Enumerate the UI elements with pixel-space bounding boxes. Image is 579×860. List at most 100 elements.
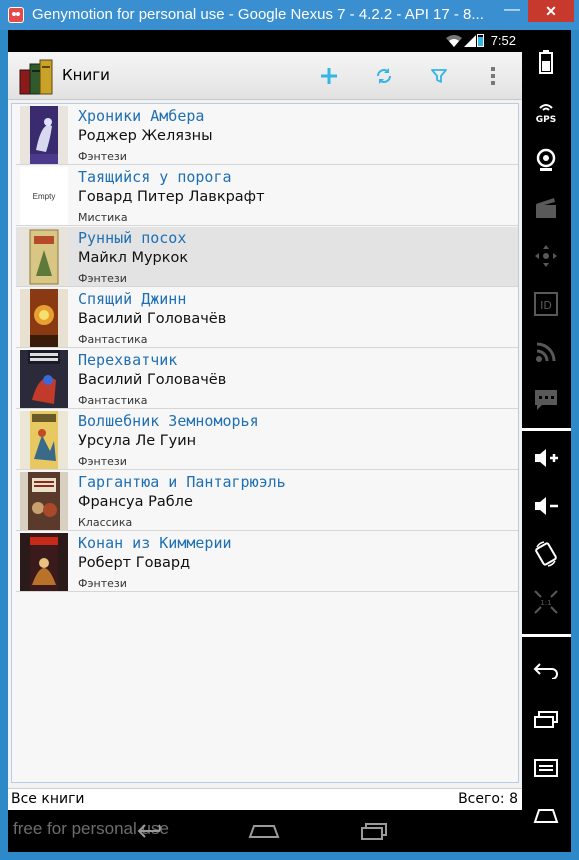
window-titlebar[interactable]: Genymotion for personal use - Google Nex… xyxy=(0,0,579,30)
action-bar-title: Книги xyxy=(62,66,110,84)
home-icon xyxy=(248,825,280,838)
book-author: Роберт Говард xyxy=(78,555,191,571)
book-list[interactable]: Хроники Амбера Роджер Желязны Фэнтези Em… xyxy=(11,103,519,783)
sms-icon xyxy=(535,390,557,410)
book-cover xyxy=(20,411,68,469)
book-genre: Фантастика xyxy=(78,333,148,346)
book-cover xyxy=(20,228,68,286)
battery-widget-button[interactable] xyxy=(526,42,566,82)
gps-label: GPS xyxy=(536,115,556,124)
panel-menu-button[interactable] xyxy=(526,748,566,788)
book-author: Василий Головачёв xyxy=(78,311,227,327)
battery-status-icon xyxy=(477,34,484,47)
book-cover xyxy=(20,472,68,530)
panel-home-button[interactable] xyxy=(526,796,566,836)
device-id-label: ID xyxy=(540,299,552,312)
book-row[interactable]: Хроники Амбера Роджер Желязны Фэнтези xyxy=(16,105,518,165)
book-title: Гаргантюа и Пантагрюэль xyxy=(78,473,286,491)
gps-icon: GPS xyxy=(536,104,556,124)
refresh-icon xyxy=(377,68,391,84)
book-genre: Классика xyxy=(78,516,133,529)
panel-recent-apps-button[interactable] xyxy=(526,700,566,740)
action-bar: Книги xyxy=(8,52,522,100)
recent-apps-icon xyxy=(534,711,558,728)
webcam-widget-button[interactable] xyxy=(526,140,566,180)
minimize-button[interactable]: — xyxy=(497,0,527,22)
book-author: Майкл Муркок xyxy=(78,250,189,266)
volume-down-icon xyxy=(535,497,558,515)
book-genre: Фэнтези xyxy=(78,150,127,163)
menu-icon xyxy=(534,759,558,777)
webcam-icon xyxy=(536,148,556,171)
filter-button[interactable] xyxy=(425,62,453,90)
volume-down-button[interactable] xyxy=(526,486,566,526)
book-cover xyxy=(20,533,68,591)
close-window-button[interactable]: ✕ xyxy=(528,0,574,22)
book-cover xyxy=(20,289,68,347)
book-row[interactable]: Спящий Джинн Василий Головачёв Фантастик… xyxy=(16,288,518,348)
dpad-button[interactable] xyxy=(526,236,566,276)
book-author: Франсуа Рабле xyxy=(78,494,193,510)
book-list-area: Хроники Амбера Роджер Желязны Фэнтези Em… xyxy=(8,100,522,790)
book-title: Спящий Джинн xyxy=(78,290,187,308)
scale-icon: 1:1 xyxy=(534,590,558,614)
add-book-button[interactable] xyxy=(315,62,343,90)
video-capture-button[interactable] xyxy=(526,188,566,228)
overflow-menu-icon xyxy=(491,67,495,85)
nav-back-button[interactable] xyxy=(132,817,172,845)
device-id-icon: ID xyxy=(534,292,558,316)
gps-widget-button[interactable]: GPS xyxy=(526,92,566,132)
book-row[interactable]: Конан из Киммерии Роберт Говард Фэнтези xyxy=(16,532,518,592)
genymotion-app-icon xyxy=(8,7,24,23)
book-cover xyxy=(20,106,68,164)
rotate-button[interactable] xyxy=(526,534,566,574)
signal-icon xyxy=(464,35,476,47)
book-genre: Фэнтези xyxy=(78,577,127,590)
scale-button[interactable]: 1:1 xyxy=(526,582,566,622)
refresh-button[interactable] xyxy=(370,62,398,90)
panel-separator xyxy=(522,634,571,637)
book-row[interactable]: Гаргантюа и Пантагрюэль Франсуа Рабле Кл… xyxy=(16,471,518,531)
book-row[interactable]: Волшебник Земноморья Урсула Ле Гуин Фэнт… xyxy=(16,410,518,470)
sms-button[interactable] xyxy=(526,380,566,420)
rss-icon xyxy=(536,342,556,362)
volume-up-button[interactable] xyxy=(526,438,566,478)
status-bar: 7:52 xyxy=(8,30,522,52)
wifi-icon xyxy=(446,35,462,47)
window-title: Genymotion for personal use - Google Nex… xyxy=(32,6,484,23)
book-genre: Фантастика xyxy=(78,394,148,407)
android-screen: 7:52 Книги Хроники Амбера Роджер Желязны… xyxy=(8,30,522,852)
book-row[interactable]: Перехватчик Василий Головачёв Фантастика xyxy=(16,349,518,409)
filter-summary-label: Все книги xyxy=(11,791,85,807)
book-genre: Фэнтези xyxy=(78,272,127,285)
status-clock: 7:52 xyxy=(490,33,516,48)
panel-back-button[interactable] xyxy=(526,650,566,690)
panel-separator xyxy=(522,428,571,431)
svg-text:1:1: 1:1 xyxy=(540,599,551,607)
books-logo-icon xyxy=(19,59,53,95)
book-row[interactable]: Empty Таящийся у порога Говард Питер Лав… xyxy=(16,166,518,226)
book-title: Рунный посох xyxy=(78,229,187,247)
book-author: Роджер Желязны xyxy=(78,128,213,144)
book-row-selected[interactable]: Рунный посох Майкл Муркок Фэнтези xyxy=(16,227,518,287)
book-title: Хроники Амбера xyxy=(78,107,205,125)
nav-recent-apps-button[interactable] xyxy=(354,817,394,845)
rss-button[interactable] xyxy=(526,332,566,372)
overflow-menu-button[interactable] xyxy=(479,62,507,90)
book-genre: Мистика xyxy=(78,211,128,224)
genymotion-side-panel: GPS ID 1:1 xyxy=(522,30,571,852)
total-count-label: Всего: 8 xyxy=(458,791,518,807)
recent-apps-icon xyxy=(361,823,387,840)
book-title: Волшебник Земноморья xyxy=(78,412,259,430)
filter-icon xyxy=(431,69,447,83)
nav-home-button[interactable] xyxy=(244,817,284,845)
book-cover xyxy=(20,350,68,408)
android-nav-bar: free for personal use xyxy=(8,810,522,852)
book-cover-empty: Empty xyxy=(20,167,68,225)
back-icon xyxy=(533,663,558,679)
list-footer: Все книги Всего: 8 xyxy=(8,788,522,810)
battery-icon xyxy=(539,50,553,74)
book-author: Говард Питер Лавкрафт xyxy=(78,189,265,205)
emulator-window: Genymotion for personal use - Google Nex… xyxy=(0,0,579,860)
device-id-button[interactable]: ID xyxy=(526,284,566,324)
